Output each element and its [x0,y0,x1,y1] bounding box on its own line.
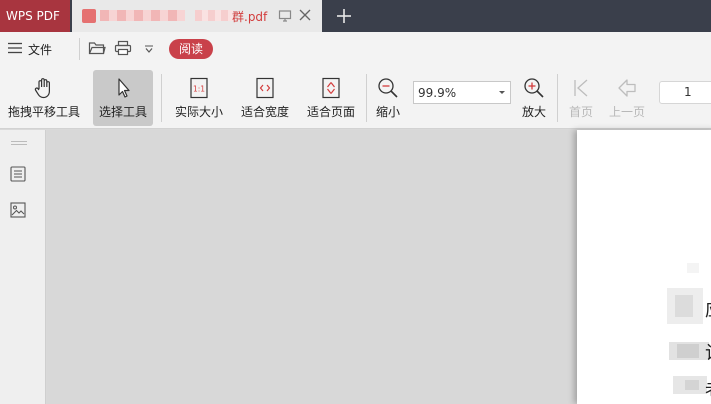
close-icon[interactable] [298,8,312,22]
fit-page-icon [322,77,340,99]
page-number-input[interactable]: 1 [659,81,711,104]
zoom-level-select[interactable]: 99.9% [413,81,511,104]
first-page-icon [574,79,588,97]
hand-icon [34,78,50,99]
chevron-down-icon[interactable] [144,44,154,54]
cursor-arrow-icon [118,78,130,98]
hamburger-icon[interactable] [8,42,22,54]
actual-size-button[interactable]: 1:1 实际大小 [170,70,228,126]
chevron-down-icon [499,91,505,94]
file-menu[interactable]: 文件 [28,41,52,58]
pdf-page: 应 计 老 [577,130,711,404]
fit-width-label: 适合宽度 [240,105,289,119]
pan-tool-button[interactable]: 拖拽平移工具 [4,70,84,126]
blurred-filename-part [195,10,233,21]
page-text-fragment: 老 [705,376,711,402]
plus-icon[interactable] [336,8,352,24]
printer-icon[interactable] [114,40,132,56]
divider [366,74,367,122]
blurred-content [675,295,693,317]
zoom-out-icon [378,78,398,98]
document-tab[interactable]: 群.pdf [72,0,322,32]
title-bar: WPS PDF 群.pdf [0,0,711,32]
blurred-content [687,263,699,273]
fit-width-button[interactable]: 适合宽度 [237,70,293,126]
divider [557,74,558,122]
fit-width-icon [256,77,274,99]
page-text-fragment: 应 [705,296,711,322]
folder-open-icon[interactable] [88,40,106,56]
divider [161,74,162,122]
first-page-label: 首页 [568,105,593,119]
zoom-in-button[interactable]: 放大 [518,70,550,126]
outline-list-icon[interactable] [10,166,26,182]
select-tool-button[interactable]: 选择工具 [93,70,153,126]
blurred-filename [100,10,185,21]
app-tab[interactable]: WPS PDF [0,0,70,32]
zoom-level-value: 99.9% [418,86,457,100]
page-text-fragment: 计 [705,339,711,365]
blurred-content [677,344,699,358]
select-tool-label: 选择工具 [98,105,147,119]
document-tab-title: 群.pdf [232,10,268,24]
document-canvas[interactable]: 应 计 老 [47,130,711,404]
fit-page-label: 适合页面 [306,105,355,119]
arrow-left-icon [618,79,636,97]
grip-icon[interactable] [11,140,27,146]
previous-page-label: 上一页 [608,105,645,119]
divider [79,38,80,60]
zoom-in-icon [524,78,544,98]
fit-page-button[interactable]: 适合页面 [302,70,360,126]
actual-size-label: 实际大小 [174,105,223,119]
zoom-out-button[interactable]: 缩小 [372,70,404,126]
previous-page-button[interactable]: 上一页 [605,70,649,126]
menu-bar: 文件 阅读 [0,32,711,66]
actual-size-icon: 1:1 [190,77,208,99]
read-mode-button[interactable]: 阅读 [169,39,213,59]
toolbar: 拖拽平移工具 选择工具 1:1 实际大小 适合宽度 适合页面 缩小 99.9% … [0,66,711,129]
blurred-content [685,380,699,390]
actual-size-glyph: 1:1 [193,85,205,94]
zoom-out-label: 缩小 [375,105,400,119]
zoom-in-label: 放大 [521,105,546,119]
pdf-file-icon [82,9,96,23]
pan-tool-label: 拖拽平移工具 [7,105,80,119]
left-sidebar [0,130,46,404]
image-icon[interactable] [10,202,26,218]
first-page-button[interactable]: 首页 [564,70,598,126]
screen-icon[interactable] [278,9,292,23]
